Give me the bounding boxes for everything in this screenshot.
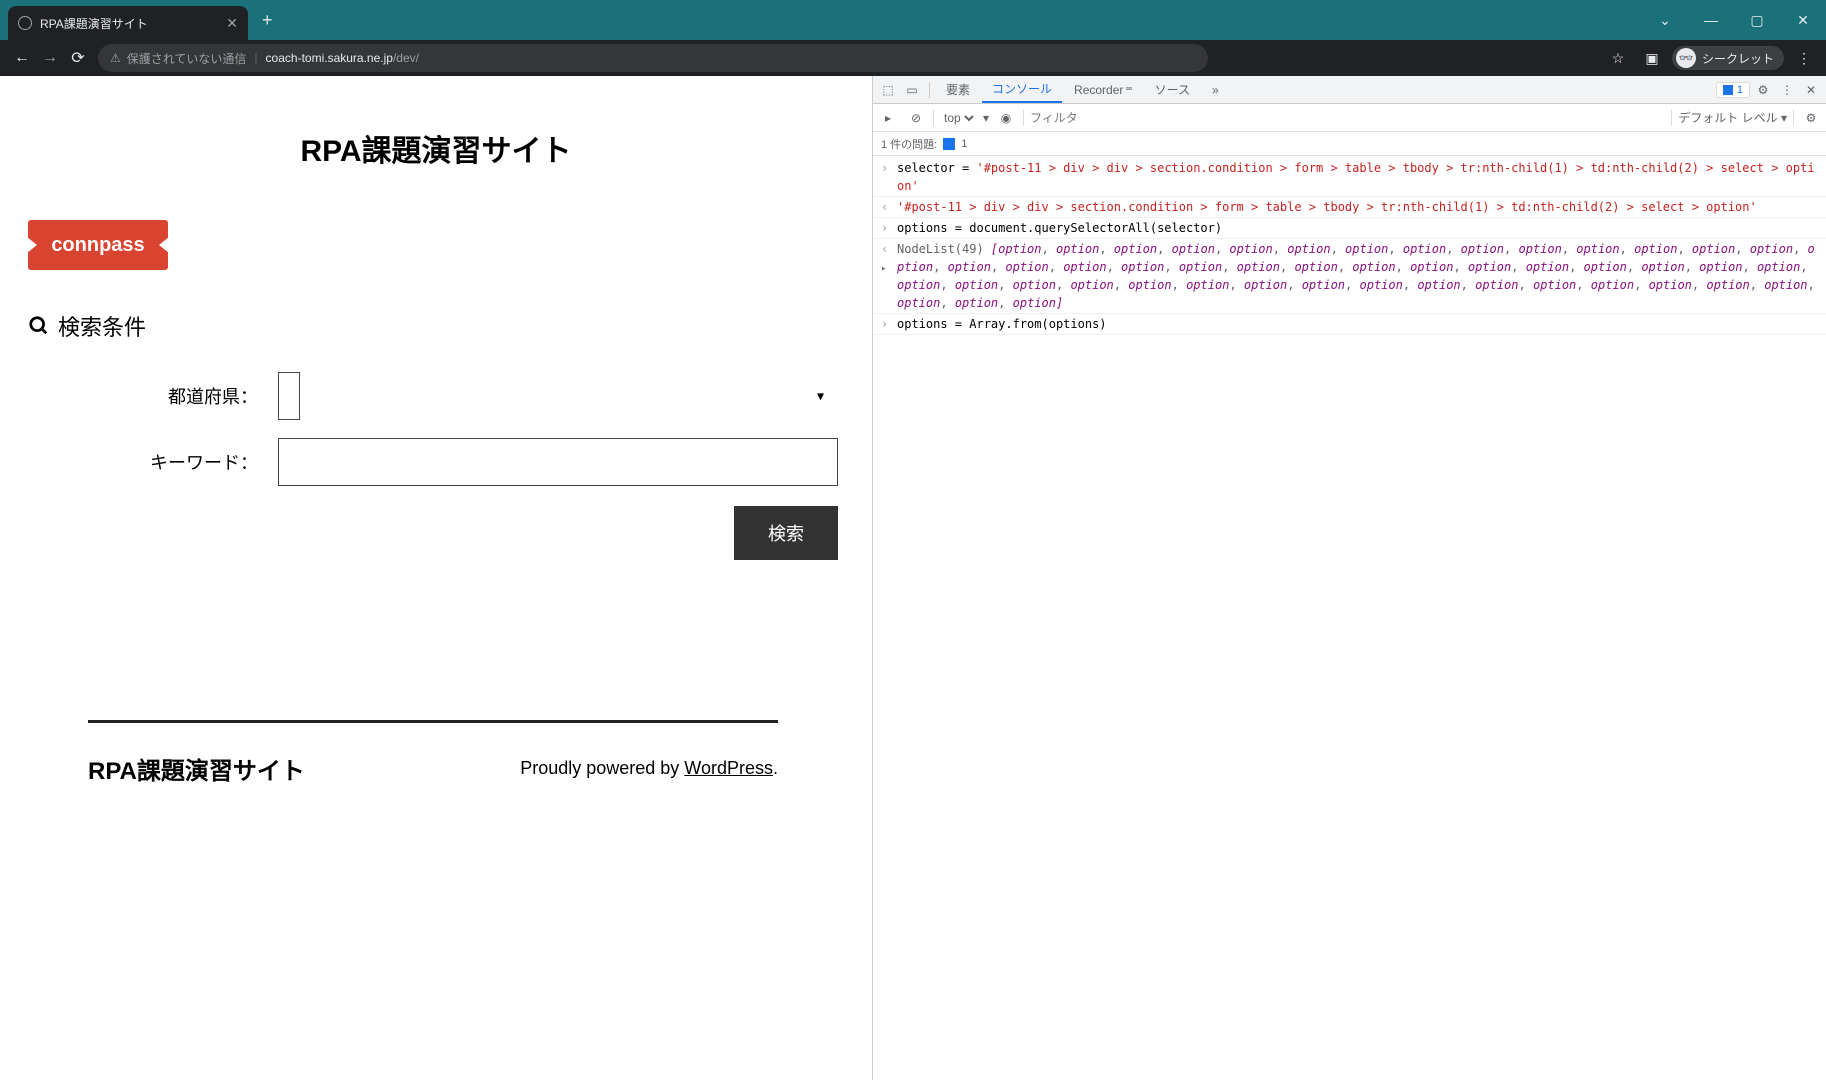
globe-icon bbox=[18, 16, 32, 30]
keyword-input[interactable] bbox=[278, 438, 838, 486]
settings-gear-icon[interactable]: ⚙ bbox=[1752, 79, 1774, 101]
log-level-dropdown[interactable]: デフォルト レベル ▾ bbox=[1678, 109, 1787, 126]
insecure-warning-icon: ⚠ bbox=[110, 51, 121, 65]
search-button[interactable]: 検索 bbox=[734, 506, 838, 560]
tab-elements[interactable]: 要素 bbox=[936, 76, 980, 103]
live-expression-icon[interactable]: ◉ bbox=[995, 107, 1017, 129]
connpass-logo: connpass bbox=[28, 220, 168, 270]
issues-badge[interactable]: 1 bbox=[1716, 82, 1750, 98]
bookmark-star-icon[interactable]: ☆ bbox=[1604, 44, 1632, 72]
footer-title: RPA課題演習サイト bbox=[88, 751, 305, 786]
incognito-icon: 👓 bbox=[1676, 48, 1696, 68]
tab-console[interactable]: コンソール bbox=[982, 76, 1062, 103]
url-host: coach-tomi.sakura.ne.jp bbox=[266, 51, 393, 65]
new-tab-button[interactable]: + bbox=[262, 10, 273, 31]
browser-toolbar: ← → ⟳ ⚠ 保護されていない通信 | coach-tomi.sakura.n… bbox=[0, 40, 1826, 76]
extensions-icon[interactable]: ▣ bbox=[1638, 44, 1666, 72]
console-settings-icon[interactable]: ⚙ bbox=[1800, 107, 1822, 129]
more-menu-icon[interactable]: ⋮ bbox=[1776, 79, 1798, 101]
console-filter-input[interactable] bbox=[1030, 111, 1665, 125]
incognito-badge[interactable]: 👓 シークレット bbox=[1672, 46, 1784, 70]
devtools-tabbar: ⬚ ▭ 要素 コンソール Recorder ⮹ ソース » 1 ⚙ ⋮ ✕ bbox=[873, 76, 1826, 104]
search-icon bbox=[28, 315, 50, 337]
insecure-label: 保護されていない通信 bbox=[127, 50, 247, 67]
reload-button[interactable]: ⟳ bbox=[64, 44, 92, 72]
prefecture-label: 都道府県： bbox=[28, 383, 278, 409]
console-toolbar: ▸ ⊘ top ▾ ◉ デフォルト レベル ▾ ⚙ bbox=[873, 104, 1826, 132]
search-heading: 検索条件 bbox=[28, 310, 844, 342]
back-button[interactable]: ← bbox=[8, 44, 36, 72]
page-viewport: RPA課題演習サイト connpass 検索条件 都道府県： キーワード： 検索… bbox=[0, 76, 872, 1080]
tab-title: RPA課題演習サイト bbox=[40, 15, 148, 32]
tab-more[interactable]: » bbox=[1202, 76, 1229, 103]
prefecture-select[interactable] bbox=[278, 372, 300, 420]
console-sidebar-icon[interactable]: ▸ bbox=[877, 107, 899, 129]
keyword-label: キーワード： bbox=[28, 449, 278, 475]
device-toolbar-icon[interactable]: ▭ bbox=[901, 79, 923, 101]
issues-row[interactable]: 1 件の問題: 1 bbox=[873, 132, 1826, 156]
devtools-panel: ⬚ ▭ 要素 コンソール Recorder ⮹ ソース » 1 ⚙ ⋮ ✕ ▸ … bbox=[872, 76, 1826, 1080]
browser-tab-strip: RPA課題演習サイト ✕ + ⌄ ― ▢ ✕ bbox=[0, 0, 1826, 40]
tab-recorder[interactable]: Recorder ⮹ bbox=[1064, 76, 1143, 103]
close-window-button[interactable]: ✕ bbox=[1780, 0, 1826, 40]
window-controls: ⌄ ― ▢ ✕ bbox=[1642, 0, 1826, 40]
minimize-button[interactable]: ― bbox=[1688, 0, 1734, 40]
page-title: RPA課題演習サイト bbox=[28, 126, 844, 170]
url-path: /dev/ bbox=[393, 51, 419, 65]
address-bar[interactable]: ⚠ 保護されていない通信 | coach-tomi.sakura.ne.jp/d… bbox=[98, 44, 1208, 72]
close-devtools-icon[interactable]: ✕ bbox=[1800, 79, 1822, 101]
maximize-button[interactable]: ▢ bbox=[1734, 0, 1780, 40]
wordpress-link[interactable]: WordPress bbox=[684, 758, 773, 778]
kebab-menu-icon[interactable]: ⋮ bbox=[1790, 44, 1818, 72]
close-tab-icon[interactable]: ✕ bbox=[226, 15, 238, 32]
chevron-down-icon[interactable]: ⌄ bbox=[1642, 0, 1688, 40]
page-footer: RPA課題演習サイト Proudly powered by WordPress. bbox=[88, 720, 778, 826]
context-selector[interactable]: top bbox=[940, 110, 977, 126]
tab-sources[interactable]: ソース bbox=[1145, 76, 1200, 103]
inspect-element-icon[interactable]: ⬚ bbox=[877, 79, 899, 101]
footer-credit: Proudly powered by WordPress. bbox=[520, 758, 778, 779]
browser-tab[interactable]: RPA課題演習サイト ✕ bbox=[8, 6, 248, 40]
console-output[interactable]: ›selector = '#post-11 > div > div > sect… bbox=[873, 156, 1826, 1080]
clear-console-icon[interactable]: ⊘ bbox=[905, 107, 927, 129]
forward-button[interactable]: → bbox=[36, 44, 64, 72]
